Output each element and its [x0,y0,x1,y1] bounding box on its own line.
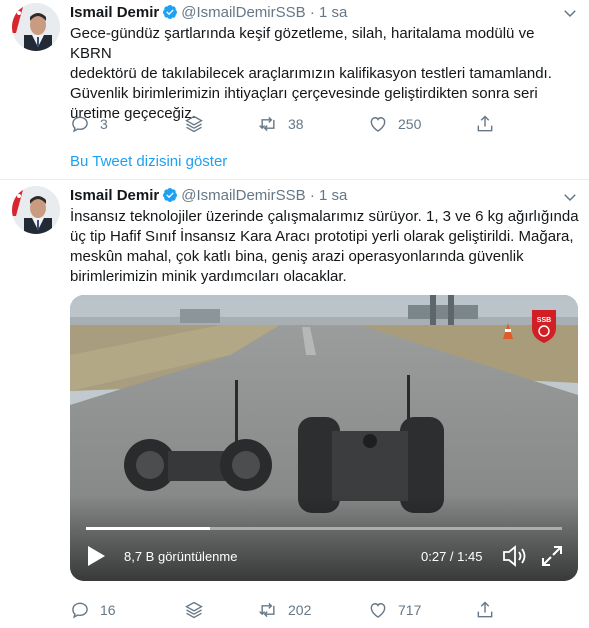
reply-button[interactable]: 16 [70,598,116,622]
chevron-down-icon[interactable] [561,188,579,206]
video-time: 0:27 / 1:45 [421,549,483,564]
share-icon [477,115,493,132]
view-count: 8,7 B görüntülenme [124,549,238,564]
video-progress-bar[interactable] [86,527,562,530]
tweet-text-line: Gece-gündüz şartlarında keşif gözetleme,… [70,25,535,62]
retweet-icon [259,602,275,618]
like-count: 717 [398,602,422,618]
reply-icon [72,116,88,133]
like-button[interactable]: 250 [368,112,421,136]
layers-icon [185,115,203,133]
separator-dot: · [309,187,315,204]
video-controls: 8,7 B görüntülenme 0:27 / 1:45 [70,539,578,573]
retweet-button[interactable]: 38 [258,112,304,136]
share-icon [477,601,493,618]
reply-count: 3 [100,116,108,132]
tweet-1[interactable]: Ismail Demir @IsmailDemirSSB · 1 sa Gece-… [0,0,589,142]
tweet-text-line: dedektörü de takılabilecek araçlarımızın… [70,65,552,82]
fullscreen-icon[interactable] [541,545,563,567]
tweet-time[interactable]: 1 sa [319,4,347,21]
retweet-button[interactable]: 202 [258,598,311,622]
verified-badge-icon [162,4,178,26]
tweet-text-line: birimlerimizin minik yardımcıları olacak… [70,268,347,285]
like-count: 250 [398,116,422,132]
volume-icon[interactable] [502,544,528,568]
tweet-text-line: Güvenlik birimlerimizin ihtiyaçları çerç… [70,85,538,102]
tweet-text: Gece-gündüz şartlarında keşif gözetleme,… [70,24,580,124]
share-button[interactable] [475,598,495,622]
retweet-count: 202 [288,602,312,618]
tweet-actions: 16 202 717 [70,598,570,622]
chevron-down-icon[interactable] [561,4,579,22]
retweet-icon [259,116,275,132]
reply-count: 16 [100,602,116,618]
avatar[interactable] [12,186,60,234]
author-handle[interactable]: @IsmailDemirSSB [181,4,305,21]
author-handle[interactable]: @IsmailDemirSSB [181,187,305,204]
stack-button[interactable] [184,112,204,136]
stack-button[interactable] [184,598,204,622]
heart-icon [370,117,386,132]
reply-icon [72,602,88,619]
like-button[interactable]: 717 [368,598,421,622]
verified-badge-icon [162,187,178,209]
play-icon[interactable] [86,545,106,567]
author-name[interactable]: Ismail Demir [70,4,159,21]
retweet-count: 38 [288,116,304,132]
reply-button[interactable]: 3 [70,112,108,136]
tweet-text-line: meskûn mahal, çok katlı bina, geniş araz… [70,248,524,265]
share-button[interactable] [475,112,495,136]
ssb-logo: SSB [529,308,559,344]
separator-dot: · [309,4,315,21]
heart-icon [370,603,386,618]
tweet-text: İnsansız teknolojiler üzerinde çalışmala… [70,207,580,287]
tweet-text-line: İnsansız teknolojiler üzerinde çalışmala… [70,208,579,225]
tweet-actions: 3 38 250 [70,112,570,136]
show-thread-link[interactable]: Bu Tweet dizisini göster [70,153,227,170]
video-progress-fill [86,527,210,530]
svg-text:SSB: SSB [537,317,551,324]
layers-icon [185,601,203,619]
tweet-time[interactable]: 1 sa [319,187,347,204]
author-name[interactable]: Ismail Demir [70,187,159,204]
avatar[interactable] [12,3,60,51]
video-player[interactable]: SSB 8,7 B görüntülenme 0:27 / 1:45 [70,295,578,581]
tweet-text-line: üç tip Hafif Sınıf İnsansız Kara Aracı p… [70,228,574,245]
